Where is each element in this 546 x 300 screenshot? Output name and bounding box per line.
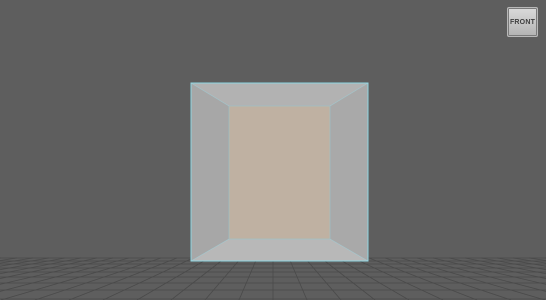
view-cube-icon[interactable]: FRONT (507, 7, 538, 37)
ground-grid (0, 257, 546, 300)
box-back-wall (229, 106, 330, 239)
box-left-inner-face (191, 83, 229, 261)
3d-viewport[interactable]: FRONT (0, 0, 546, 300)
scene-object-box[interactable] (190, 82, 369, 262)
view-cube-face-label: FRONT (509, 18, 536, 26)
scene-canvas[interactable] (0, 0, 546, 300)
box-right-inner-face (330, 83, 368, 261)
